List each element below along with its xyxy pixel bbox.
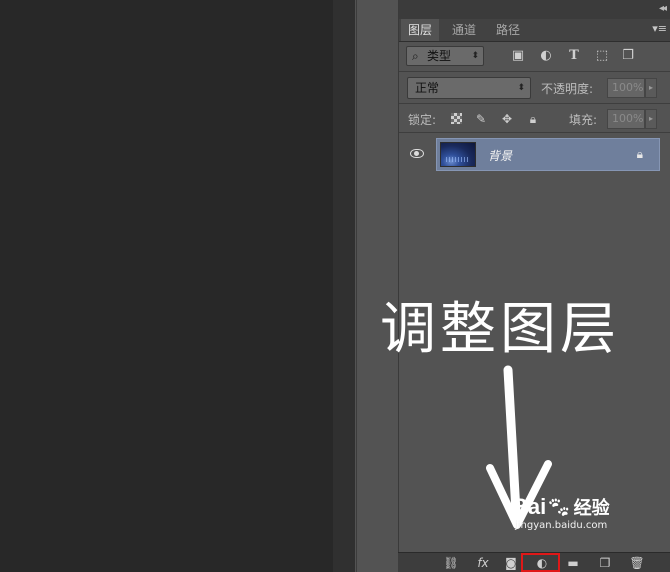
watermark-logo: Bai (512, 494, 547, 519)
new-group-icon[interactable]: ▬ (564, 555, 582, 571)
add-mask-icon[interactable]: ◙ (502, 555, 520, 571)
paw-icon: 🐾︎ (546, 495, 572, 519)
watermark-suffix: 经验 (573, 498, 610, 519)
new-layer-icon[interactable]: ❐ (596, 555, 614, 571)
fx-icon[interactable]: fx (474, 555, 492, 571)
link-layers-icon[interactable]: ⛓ (442, 555, 460, 571)
annotation-arrow-icon (486, 365, 552, 529)
delete-layer-icon[interactable]: 🗑︎ (628, 555, 646, 571)
baidu-jingyan-watermark: Bai🐾︎ 经验 jingyan.baidu.com (512, 494, 610, 531)
watermark-url: jingyan.baidu.com (515, 520, 608, 531)
adjustment-layer-highlight (521, 553, 560, 572)
